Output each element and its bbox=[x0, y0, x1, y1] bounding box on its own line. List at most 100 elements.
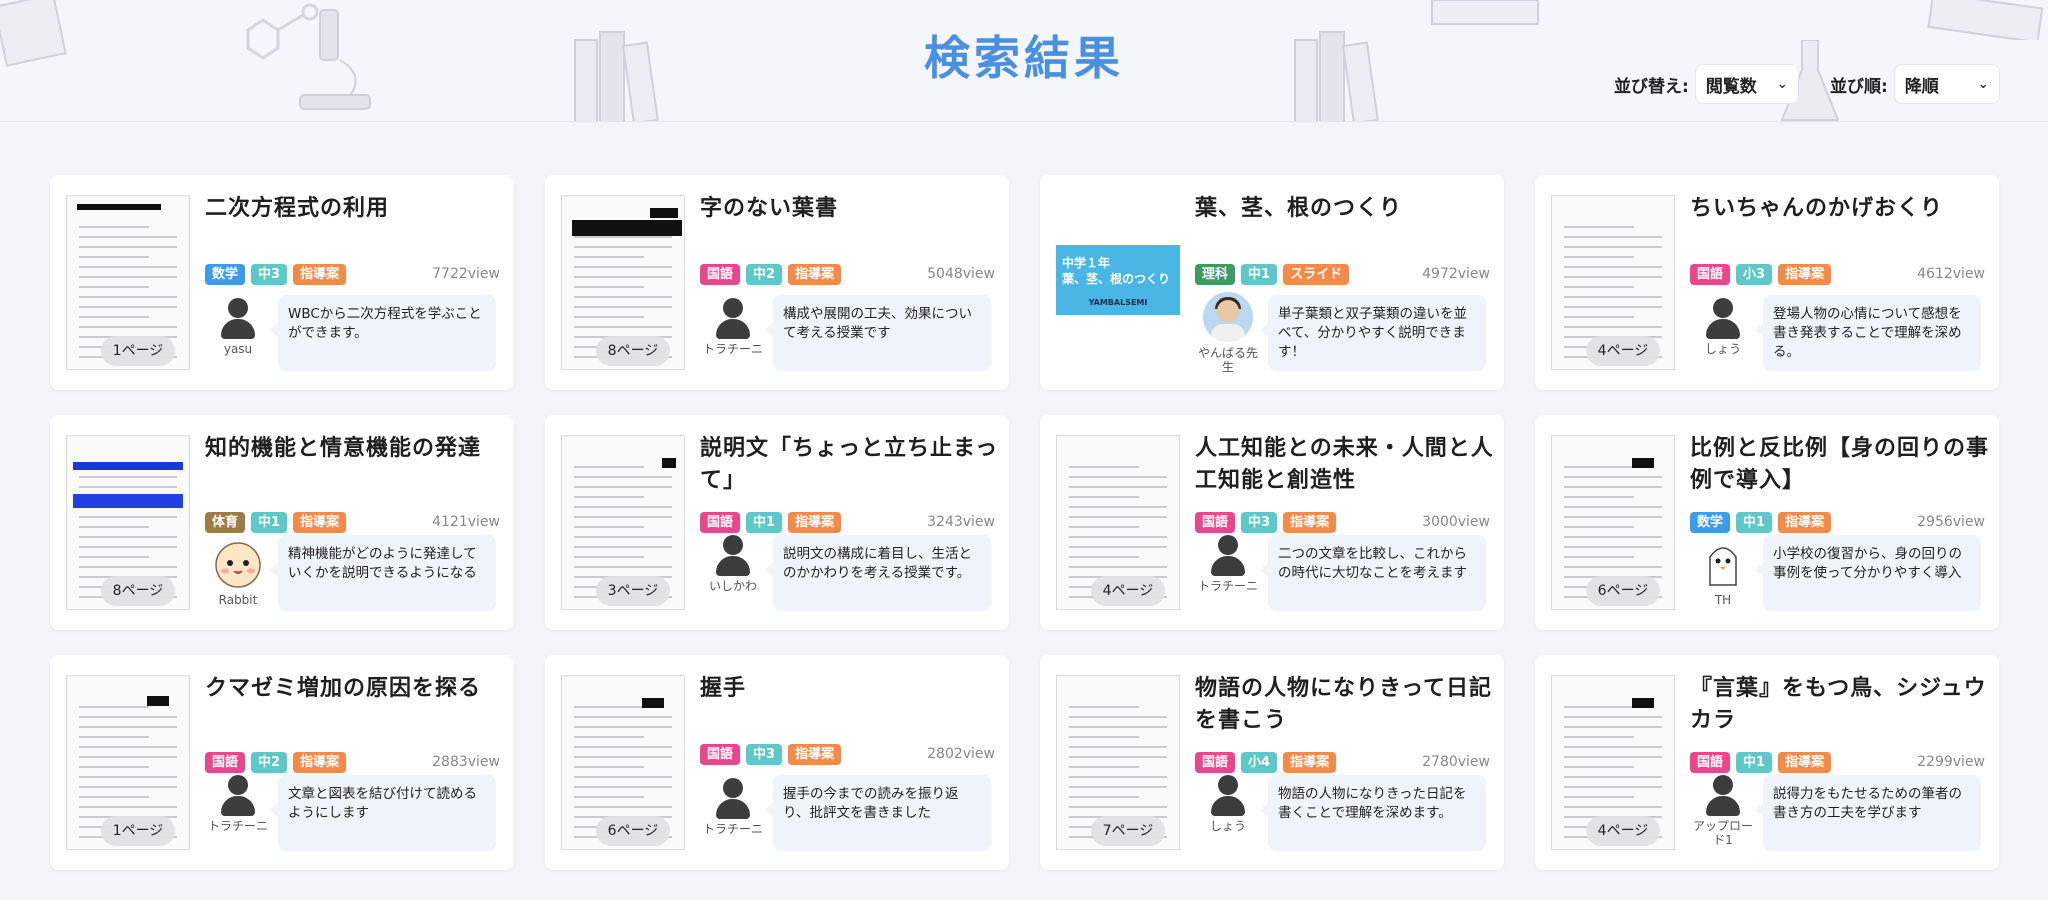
grade-tag[interactable]: 中2 bbox=[251, 751, 288, 773]
type-tag[interactable]: 指導案 bbox=[1283, 511, 1337, 533]
card-title[interactable]: 比例と反比例【身の回りの事例で導入】 bbox=[1690, 433, 1990, 497]
grade-tag[interactable]: 中1 bbox=[746, 511, 783, 533]
author[interactable]: Rabbit bbox=[205, 535, 271, 607]
subject-tag[interactable]: 国語 bbox=[1195, 511, 1236, 533]
type-tag[interactable]: 指導案 bbox=[1778, 263, 1832, 285]
sort-by-group: 並び替え: 閲覧数 ⌄ bbox=[1614, 64, 1799, 104]
author-name: しょう bbox=[1209, 819, 1246, 833]
type-tag[interactable]: 指導案 bbox=[1778, 511, 1832, 533]
card-title[interactable]: 知的機能と情意機能の発達 bbox=[205, 433, 505, 465]
result-card[interactable]: 3ページ 説明文「ちょっと立ち止まって」 国語 中1 指導案 3243view … bbox=[545, 415, 1009, 630]
subject-tag[interactable]: 国語 bbox=[1690, 263, 1731, 285]
author[interactable]: やんばる先生 bbox=[1195, 292, 1261, 374]
author[interactable]: トラチーニ bbox=[205, 775, 271, 833]
card-title[interactable]: クマゼミ増加の原因を探る bbox=[205, 673, 505, 705]
document-thumbnail[interactable]: 3ページ bbox=[561, 435, 685, 610]
document-thumbnail[interactable]: 4ページ bbox=[1551, 675, 1675, 850]
subject-tag[interactable]: 国語 bbox=[700, 511, 741, 533]
type-tag[interactable]: 指導案 bbox=[1778, 751, 1832, 773]
grade-tag[interactable]: 小3 bbox=[1736, 263, 1773, 285]
result-card[interactable]: 4ページ 『言葉』をもつ鳥、シジュウカラ 国語 中1 指導案 2299view … bbox=[1535, 655, 1999, 870]
document-thumbnail[interactable]: 8ページ bbox=[66, 435, 190, 610]
grade-tag[interactable]: 中3 bbox=[746, 743, 783, 765]
document-thumbnail[interactable]: 6ページ bbox=[1551, 435, 1675, 610]
document-thumbnail[interactable]: 1ページ bbox=[66, 195, 190, 370]
grade-tag[interactable]: 中1 bbox=[1736, 751, 1773, 773]
document-text-line bbox=[1564, 556, 1634, 558]
document-text-line bbox=[79, 526, 149, 528]
grade-tag[interactable]: 中1 bbox=[1736, 511, 1773, 533]
type-tag[interactable]: 指導案 bbox=[1283, 751, 1337, 773]
document-text-line bbox=[1564, 466, 1634, 468]
result-card[interactable]: 4ページ 人工知能との未来・人間と人工知能と創造性 国語 中3 指導案 3000… bbox=[1040, 415, 1504, 630]
author[interactable]: TH bbox=[1690, 535, 1756, 607]
document-thumbnail[interactable]: 中学１年 葉、茎、根のつくり YAMBALSEMI bbox=[1056, 195, 1180, 370]
card-title[interactable]: 字のない葉書 bbox=[700, 193, 1000, 225]
grade-tag[interactable]: 中1 bbox=[1241, 263, 1278, 285]
card-title[interactable]: 二次方程式の利用 bbox=[205, 193, 505, 225]
subject-tag[interactable]: 国語 bbox=[1195, 751, 1236, 773]
type-tag[interactable]: 指導案 bbox=[293, 511, 347, 533]
grade-tag[interactable]: 中3 bbox=[1241, 511, 1278, 533]
type-tag[interactable]: 指導案 bbox=[293, 263, 347, 285]
subject-tag[interactable]: 数学 bbox=[1690, 511, 1731, 533]
author[interactable]: トラチーニ bbox=[700, 778, 766, 836]
sort-by-value: 閲覧数 bbox=[1705, 76, 1757, 97]
grade-tag[interactable]: 小4 bbox=[1241, 751, 1278, 773]
grade-tag[interactable]: 中2 bbox=[746, 263, 783, 285]
avatar bbox=[1696, 535, 1750, 589]
result-card[interactable]: 8ページ 字のない葉書 国語 中2 指導案 5048view トラチーニ 構成や… bbox=[545, 175, 1009, 390]
subject-tag[interactable]: 国語 bbox=[205, 751, 246, 773]
type-tag[interactable]: 指導案 bbox=[293, 751, 347, 773]
grade-tag[interactable]: 中3 bbox=[251, 263, 288, 285]
subject-tag[interactable]: 国語 bbox=[1690, 751, 1731, 773]
view-count: 2956view bbox=[1917, 514, 1985, 530]
author-name: Rabbit bbox=[218, 593, 258, 607]
view-count: 2802view bbox=[927, 746, 995, 762]
result-card[interactable]: 4ページ ちいちゃんのかげおくり 国語 小3 指導案 4612view しょう … bbox=[1535, 175, 1999, 390]
document-text-line bbox=[1564, 706, 1634, 708]
card-meta-row: 国語 中2 指導案 2883view bbox=[205, 751, 500, 773]
author[interactable]: しょう bbox=[1690, 298, 1756, 356]
subject-tag[interactable]: 国語 bbox=[700, 263, 741, 285]
document-thumbnail[interactable]: 4ページ bbox=[1056, 435, 1180, 610]
grade-tag[interactable]: 中1 bbox=[251, 511, 288, 533]
author[interactable]: しょう bbox=[1195, 775, 1261, 833]
author[interactable]: yasu bbox=[205, 298, 271, 356]
result-card[interactable]: 8ページ 知的機能と情意機能の発達 体育 中1 指導案 4121view Rab… bbox=[50, 415, 514, 630]
card-title[interactable]: 葉、茎、根のつくり bbox=[1195, 193, 1495, 225]
result-card[interactable]: 6ページ 比例と反比例【身の回りの事例で導入】 数学 中1 指導案 2956vi… bbox=[1535, 415, 1999, 630]
document-thumbnail[interactable]: 1ページ bbox=[66, 675, 190, 850]
document-thumbnail[interactable]: 4ページ bbox=[1551, 195, 1675, 370]
type-tag[interactable]: 指導案 bbox=[788, 511, 842, 533]
document-thumbnail[interactable]: 8ページ bbox=[561, 195, 685, 370]
result-card[interactable]: 1ページ 二次方程式の利用 数学 中3 指導案 7722view yasu WB… bbox=[50, 175, 514, 390]
order-select[interactable]: 降順 ⌄ bbox=[1893, 64, 2000, 104]
result-card[interactable]: 7ページ 物語の人物になりきって日記を書こう 国語 小4 指導案 2780vie… bbox=[1040, 655, 1504, 870]
author[interactable]: トラチーニ bbox=[700, 298, 766, 356]
subject-tag[interactable]: 数学 bbox=[205, 263, 246, 285]
author[interactable]: トラチーニ bbox=[1195, 535, 1261, 593]
result-card[interactable]: 6ページ 握手 国語 中3 指導案 2802view トラチーニ 握手の今までの… bbox=[545, 655, 1009, 870]
sort-by-select[interactable]: 閲覧数 ⌄ bbox=[1694, 64, 1799, 104]
author[interactable]: アップロード1 bbox=[1690, 775, 1756, 847]
result-card[interactable]: 中学１年 葉、茎、根のつくり YAMBALSEMI 葉、茎、根のつくり 理科 中… bbox=[1040, 175, 1504, 390]
author[interactable]: いしかわ bbox=[700, 535, 766, 593]
result-card[interactable]: 1ページ クマゼミ増加の原因を探る 国語 中2 指導案 2883view トラチ… bbox=[50, 655, 514, 870]
subject-tag[interactable]: 理科 bbox=[1195, 263, 1236, 285]
document-thumbnail[interactable]: 6ページ bbox=[561, 675, 685, 850]
document-thumbnail[interactable]: 7ページ bbox=[1056, 675, 1180, 850]
card-title[interactable]: 説明文「ちょっと立ち止まって」 bbox=[700, 433, 1000, 497]
card-title[interactable]: 握手 bbox=[700, 673, 1000, 705]
card-title[interactable]: 人工知能との未来・人間と人工知能と創造性 bbox=[1195, 433, 1495, 497]
document-text-line bbox=[79, 266, 177, 268]
subject-tag[interactable]: 体育 bbox=[205, 511, 246, 533]
subject-tag[interactable]: 国語 bbox=[700, 743, 741, 765]
card-title[interactable]: ちいちゃんのかげおくり bbox=[1690, 193, 1990, 225]
card-title[interactable]: 物語の人物になりきって日記を書こう bbox=[1195, 673, 1495, 737]
type-tag[interactable]: 指導案 bbox=[788, 263, 842, 285]
slide-thumbnail-image: 中学１年 葉、茎、根のつくり YAMBALSEMI bbox=[1056, 245, 1180, 315]
card-title[interactable]: 『言葉』をもつ鳥、シジュウカラ bbox=[1690, 673, 1990, 737]
type-tag[interactable]: スライド bbox=[1283, 263, 1350, 285]
type-tag[interactable]: 指導案 bbox=[788, 743, 842, 765]
